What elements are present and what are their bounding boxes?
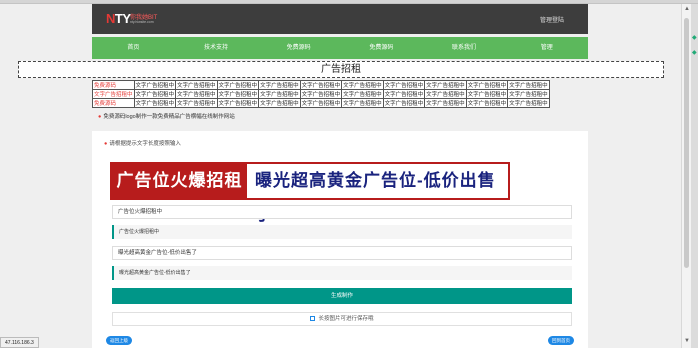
- ad-table-cell[interactable]: 文字广告招租中: [299, 89, 343, 99]
- ad-table-row: 免费源码 文字广告招租中 文字广告招租中 文字广告招租中 文字广告招租中 文字广告招租中文…: [92, 80, 550, 90]
- notice-text[interactable]: 免费源码logo制作一款免费精品广告横幅在线制作网站: [103, 114, 234, 120]
- notice-dot-icon: ●: [98, 114, 102, 120]
- nav-item-contact[interactable]: 联系我们: [423, 37, 506, 59]
- nav-item-support[interactable]: 技术支持: [175, 37, 258, 59]
- notice-line: ● 免费源码logo制作一款免费精品广告横幅在线制作网站: [98, 112, 235, 120]
- scroll-down-icon[interactable]: ▼: [684, 338, 690, 344]
- ad-table-cell[interactable]: 文字广告招租中: [382, 98, 426, 108]
- ad-table-cell[interactable]: 文字广告招租中: [216, 80, 260, 90]
- ad-table-cell[interactable]: 文字广告招租中: [424, 80, 467, 90]
- ad-table-cell[interactable]: 文字广告招租中: [175, 80, 218, 90]
- preview-quote-1: 广告位火爆招租中: [112, 225, 572, 239]
- side-icon-1[interactable]: ◆: [692, 34, 697, 41]
- ad-table-cell[interactable]: 文字广告招租中: [175, 98, 218, 108]
- hint-bullet-icon: ●: [104, 141, 108, 147]
- side-icon-2[interactable]: ◆: [692, 49, 697, 56]
- ad-rent-banner[interactable]: 广告招租: [18, 61, 664, 78]
- maker-card: ●请根据提示文字长度按照输入 广告位火爆招租中 曝光超高黄金广告位-低价出售了 …: [92, 131, 588, 348]
- save-tip: 长按图片可进行保存哦: [112, 312, 572, 326]
- ad-table-cell[interactable]: 文字广告招租中: [133, 89, 177, 99]
- ad-table-cell[interactable]: 文字广告招租中: [216, 98, 260, 108]
- home-button[interactable]: 回到首页: [548, 336, 574, 345]
- generate-button[interactable]: 生成制作: [112, 288, 572, 304]
- side-panel-strip: ◆ ◆: [691, 4, 698, 348]
- banner-preview-image: 广告位火爆招租中 曝光超高黄金广告位-低价出售了: [110, 162, 510, 224]
- ad-table-cell[interactable]: 文字广告招租中: [175, 89, 218, 99]
- site-header: NTY 你我她BIT nty.hiwsite.com 管理登陆: [92, 4, 588, 34]
- nav-item-free-source-2[interactable]: 免费源码: [340, 37, 423, 59]
- ad-table-cell[interactable]: 文字广告招租中: [382, 89, 426, 99]
- ad-table-cell[interactable]: 文字广告招租中: [465, 98, 509, 108]
- ad-table-cell[interactable]: 文字广告招租中: [507, 98, 550, 108]
- ad-table-cell[interactable]: 文字广告招租中: [424, 89, 467, 99]
- save-tip-text: 长按图片可进行保存哦: [318, 316, 374, 322]
- ad-table-cell[interactable]: 文字广告招租中: [258, 98, 301, 108]
- text-input-2[interactable]: 曝光超高黄金广告位-低价出售了: [112, 246, 572, 260]
- ad-table-cell[interactable]: 文字广告招租中: [507, 80, 550, 90]
- ad-table-cell[interactable]: 文字广告招租中: [507, 89, 550, 99]
- main-nav: 首页 技术支持 免费源码 免费源码 联系我们 管理: [92, 37, 588, 59]
- logo-tagline: nty.hiwsite.com: [130, 20, 154, 24]
- nav-item-admin[interactable]: 管理: [505, 37, 588, 59]
- page-viewport: NTY 你我她BIT nty.hiwsite.com 管理登陆 首页 技术支持 …: [0, 4, 681, 348]
- ad-table-cell[interactable]: 文字广告招租中: [382, 80, 426, 90]
- back-button[interactable]: 返回上级: [106, 336, 132, 345]
- site-logo[interactable]: NTY: [106, 11, 131, 26]
- text-ad-table: 免费源码 文字广告招租中 文字广告招租中 文字广告招租中 文字广告招租中 文字广告招租中文…: [92, 80, 550, 108]
- ad-table-cell[interactable]: 免费源码: [92, 98, 135, 108]
- text-input-1[interactable]: 广告位火爆招租中: [112, 205, 572, 219]
- ad-table-row: 免费源码 文字广告招租中 文字广告招租中 文字广告招租中 文字广告招租中 文字广告招租中文…: [92, 98, 550, 108]
- ad-table-cell[interactable]: 文字广告招租中: [341, 89, 384, 99]
- ad-table-cell[interactable]: 文字广告招租中: [299, 98, 343, 108]
- scrollbar-thumb[interactable]: [684, 18, 689, 268]
- ad-table-cell[interactable]: 文字广告招租中: [465, 89, 509, 99]
- ad-table-cell[interactable]: 文字广告招租中: [258, 89, 301, 99]
- vertical-scrollbar[interactable]: ▲ ▼: [681, 4, 691, 348]
- ad-table-cell[interactable]: 文字广告招租中: [341, 98, 384, 108]
- ad-table-row: 文字广告招租中 文字广告招租中 文字广告招租中 文字广告招租中 文字广告招租中 文字广告招…: [92, 89, 550, 99]
- preview-quote-2: 曝光超高黄金广告位-低价出售了: [112, 266, 572, 280]
- ad-table-cell[interactable]: 免费源码: [92, 80, 135, 90]
- nav-item-home[interactable]: 首页: [92, 37, 175, 59]
- input-hint: ● 请根据提示文字长度按照输入: [104, 139, 181, 147]
- ad-table-cell[interactable]: 文字广告招租中: [299, 80, 343, 90]
- ad-table-cell[interactable]: 文字广告招租中: [424, 98, 467, 108]
- hint-text: 请根据提示文字长度按照输入: [109, 141, 181, 147]
- status-bar-url: 47.116.186.3: [0, 337, 39, 348]
- ad-table-cell[interactable]: 文字广告招租中: [341, 80, 384, 90]
- banner-right-text: 曝光超高黄金广告位-低价出售了: [255, 171, 496, 224]
- admin-login-link[interactable]: 管理登陆: [540, 15, 564, 24]
- scroll-up-icon[interactable]: ▲: [684, 6, 690, 12]
- nav-item-free-source-1[interactable]: 免费源码: [257, 37, 340, 59]
- ad-table-cell[interactable]: 文字广告招租中: [92, 89, 135, 99]
- banner-left-text: 广告位火爆招租中: [112, 164, 247, 224]
- ad-table-cell[interactable]: 文字广告招租中: [258, 80, 301, 90]
- ad-table-cell[interactable]: 文字广告招租中: [216, 89, 260, 99]
- save-checkbox-icon: [310, 316, 316, 321]
- ad-table-cell[interactable]: 文字广告招租中: [133, 80, 177, 90]
- ad-table-cell[interactable]: 文字广告招租中: [465, 80, 509, 90]
- ad-table-cell[interactable]: 文字广告招租中: [133, 98, 177, 108]
